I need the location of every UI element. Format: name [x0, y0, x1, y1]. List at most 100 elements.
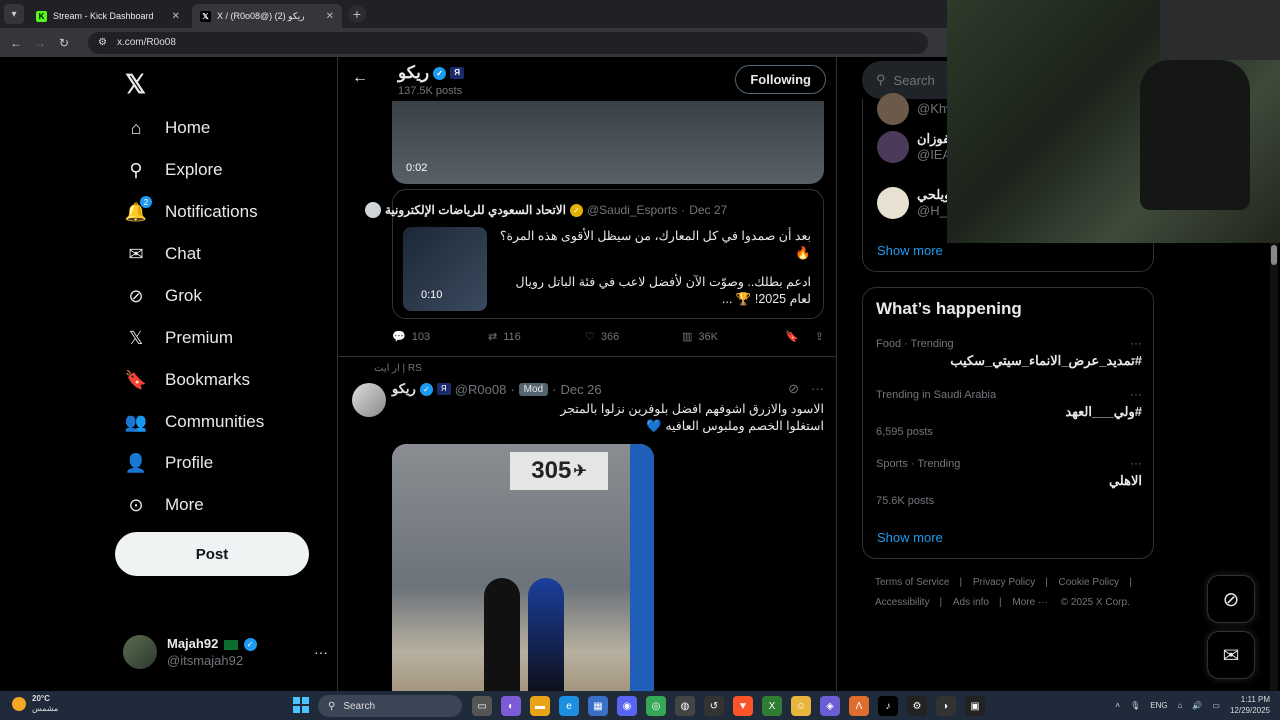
tab-kick-dashboard[interactable]: K Stream - Kick Dashboard ✕ — [28, 4, 188, 28]
excel-icon[interactable]: X — [762, 696, 782, 716]
brave-icon[interactable]: ▼ — [733, 696, 753, 716]
footer-link[interactable]: Privacy Policy — [973, 577, 1035, 588]
separator: · — [510, 381, 515, 397]
obs-icon[interactable]: ◍ — [675, 696, 695, 716]
nav-item-bookmarks[interactable]: 🔖 Bookmarks — [125, 369, 250, 391]
tweet-header: ريكو ✓ Я @R0o08 · Mod · Dec 26 — [392, 381, 602, 397]
tiktok-icon[interactable]: ♪ — [878, 696, 898, 716]
follow-suggestion[interactable]: ويلحي @H_s — [877, 187, 953, 219]
discord-icon[interactable]: ◉ — [617, 696, 637, 716]
grok-icon[interactable]: ⊘ — [788, 381, 799, 397]
trend-item[interactable]: Food · Trending #تمديد_عرض_الانماء_سيتي_… — [876, 336, 1142, 369]
chrome-icon[interactable]: ◎ — [646, 696, 666, 716]
new-tab-icon[interactable]: + — [348, 5, 366, 23]
back-arrow-icon[interactable]: ← — [352, 69, 368, 87]
quoted-tweet[interactable]: الاتحاد السعودي للرياضات الإلكترونية ✓ @… — [365, 189, 824, 319]
nav-item-communities[interactable]: 👥 Communities — [125, 411, 264, 433]
footer-link[interactable]: Cookie Policy — [1059, 577, 1120, 588]
footer-link[interactable]: More ··· — [1012, 597, 1048, 608]
site-info-icon[interactable]: ⚙ — [98, 37, 107, 48]
more-dots-icon[interactable]: ··· — [1130, 456, 1142, 470]
nav-item-premium[interactable]: 𝕏 Premium — [125, 327, 233, 349]
x-logo-icon[interactable]: 𝕏 — [125, 69, 146, 100]
follow-suggestion[interactable]: لفوزان @IEA — [877, 131, 954, 163]
views-button[interactable]: ▥ 36K — [682, 330, 782, 344]
page-scrollbar[interactable] — [1270, 243, 1278, 691]
quoted-video-thumbnail[interactable]: 0:10 — [403, 227, 487, 311]
language-indicator[interactable]: ENG — [1150, 701, 1167, 710]
chat-app-icon[interactable]: ☺ — [791, 696, 811, 716]
footer-link[interactable]: Accessibility — [875, 597, 929, 608]
like-button[interactable]: ♡ 366 — [585, 330, 682, 344]
show-more-link[interactable]: Show more — [877, 530, 943, 545]
back-arrow-icon[interactable]: ← — [4, 36, 28, 50]
forward-arrow-icon[interactable]: → — [28, 36, 52, 50]
nav-item-profile[interactable]: 👤 Profile — [125, 452, 213, 474]
network-icon[interactable]: ⌂ — [1178, 701, 1183, 710]
account-switcher[interactable]: Majah92 ✓ @itsmajah92 ··· — [123, 632, 328, 672]
share-icon[interactable]: ⇪ — [815, 330, 824, 343]
avatar[interactable] — [352, 383, 386, 417]
weather-widget[interactable]: 20°C مشمس — [12, 694, 58, 714]
chevron-up-icon[interactable]: ˄ — [1115, 701, 1120, 710]
author-name[interactable]: ريكو — [392, 381, 416, 397]
search-icon: ⚲ — [129, 159, 143, 180]
nav-item-grok[interactable]: ⊘ Grok — [125, 285, 201, 307]
battery-icon[interactable]: ▭ — [1212, 701, 1220, 710]
tweet-image[interactable]: 305 ✈ — [392, 444, 654, 691]
task-view-icon[interactable]: ▭ — [472, 696, 492, 716]
tab-search-icon[interactable]: ▾ — [4, 4, 24, 24]
windows-start-icon[interactable] — [293, 697, 309, 713]
repost-button[interactable]: ⇄ 116 — [488, 330, 585, 344]
footer-link[interactable]: Ads info — [953, 597, 989, 608]
game-icon[interactable]: ◈ — [820, 696, 840, 716]
copilot-icon[interactable]: ◐ — [501, 696, 521, 716]
footer-link[interactable]: Terms of Service — [875, 577, 949, 588]
more-dots-icon[interactable]: ··· — [1130, 387, 1142, 401]
more-dots-icon[interactable]: ··· — [811, 381, 824, 397]
follow-suggestion[interactable]: @Khw — [877, 93, 956, 125]
nav-item-more[interactable]: ⊙ More — [125, 494, 203, 516]
nav-item-home[interactable]: ⌂ Home — [125, 117, 211, 139]
reply-button[interactable]: 💬 103 — [392, 330, 488, 344]
file-explorer-icon[interactable]: ▬ — [530, 696, 550, 716]
volume-icon[interactable]: 🔊 — [1192, 701, 1202, 710]
show-more-link[interactable]: Show more — [877, 243, 943, 258]
close-tab-icon[interactable]: ✕ — [326, 11, 334, 22]
trend-item[interactable]: Trending in Saudi Arabia #ولي___العهد 6,… — [876, 387, 1142, 438]
bell-icon: 🔔 2 — [125, 196, 152, 223]
grok-float-button[interactable]: ⊘ — [1207, 575, 1255, 623]
post-button[interactable]: Post — [115, 532, 309, 576]
messages-float-button[interactable]: ✉ — [1207, 631, 1255, 679]
clock[interactable]: 1:11 PM 12/29/2025 — [1230, 694, 1270, 716]
more-dots-icon[interactable]: ··· — [314, 644, 328, 660]
author-handle[interactable]: @R0o08 — [455, 382, 507, 397]
repost-icon: ⇄ — [488, 331, 498, 343]
store-icon[interactable]: ▦ — [588, 696, 608, 716]
microphone-icon[interactable]: 🎙 — [1130, 701, 1140, 710]
more-dots-icon[interactable]: ··· — [1130, 336, 1142, 350]
following-button[interactable]: Following — [735, 65, 826, 94]
taskbar-search[interactable]: ⚲ Search — [318, 695, 462, 717]
close-tab-icon[interactable]: ✕ — [172, 11, 180, 22]
scrollbar-thumb[interactable] — [1271, 245, 1277, 265]
arc-icon[interactable]: Λ — [849, 696, 869, 716]
tweet[interactable]: RS | ار ايت ريكو ✓ Я @R0o08 · Mod · Dec … — [338, 357, 836, 691]
nav-item-label: Premium — [165, 328, 234, 347]
nav-item-notifications[interactable]: 🔔 2 Notifications — [125, 196, 258, 223]
tweet-date[interactable]: Dec 26 — [560, 382, 601, 397]
media-icon[interactable]: ▣ — [965, 696, 985, 716]
trend-item[interactable]: Sports · Trending الاهلي 75.6K posts ··· — [876, 456, 1142, 507]
tweet-video[interactable]: 0:02 — [392, 101, 824, 184]
url-field[interactable]: ⚙ x.com/R0o08 — [88, 31, 928, 54]
app-icon[interactable]: ↺ — [704, 696, 724, 716]
tweet-line-1: الاسود والازرق اشوفهم افضل بلوفرين نزلوا… — [560, 402, 824, 416]
nav-item-chat[interactable]: ✉ Chat — [125, 243, 200, 265]
tab-x-profile[interactable]: 𝕏 X / (R0o08@) ريكو (2) ✕ — [192, 4, 342, 28]
bookmark-icon[interactable]: 🔖 — [785, 330, 799, 343]
reload-icon[interactable]: ↻ — [52, 36, 76, 50]
settings-icon[interactable]: ⚙ — [907, 696, 927, 716]
app-icon[interactable]: ◗ — [936, 696, 956, 716]
edge-icon[interactable]: e — [559, 696, 579, 716]
nav-item-explore[interactable]: ⚲ Explore — [125, 159, 222, 181]
